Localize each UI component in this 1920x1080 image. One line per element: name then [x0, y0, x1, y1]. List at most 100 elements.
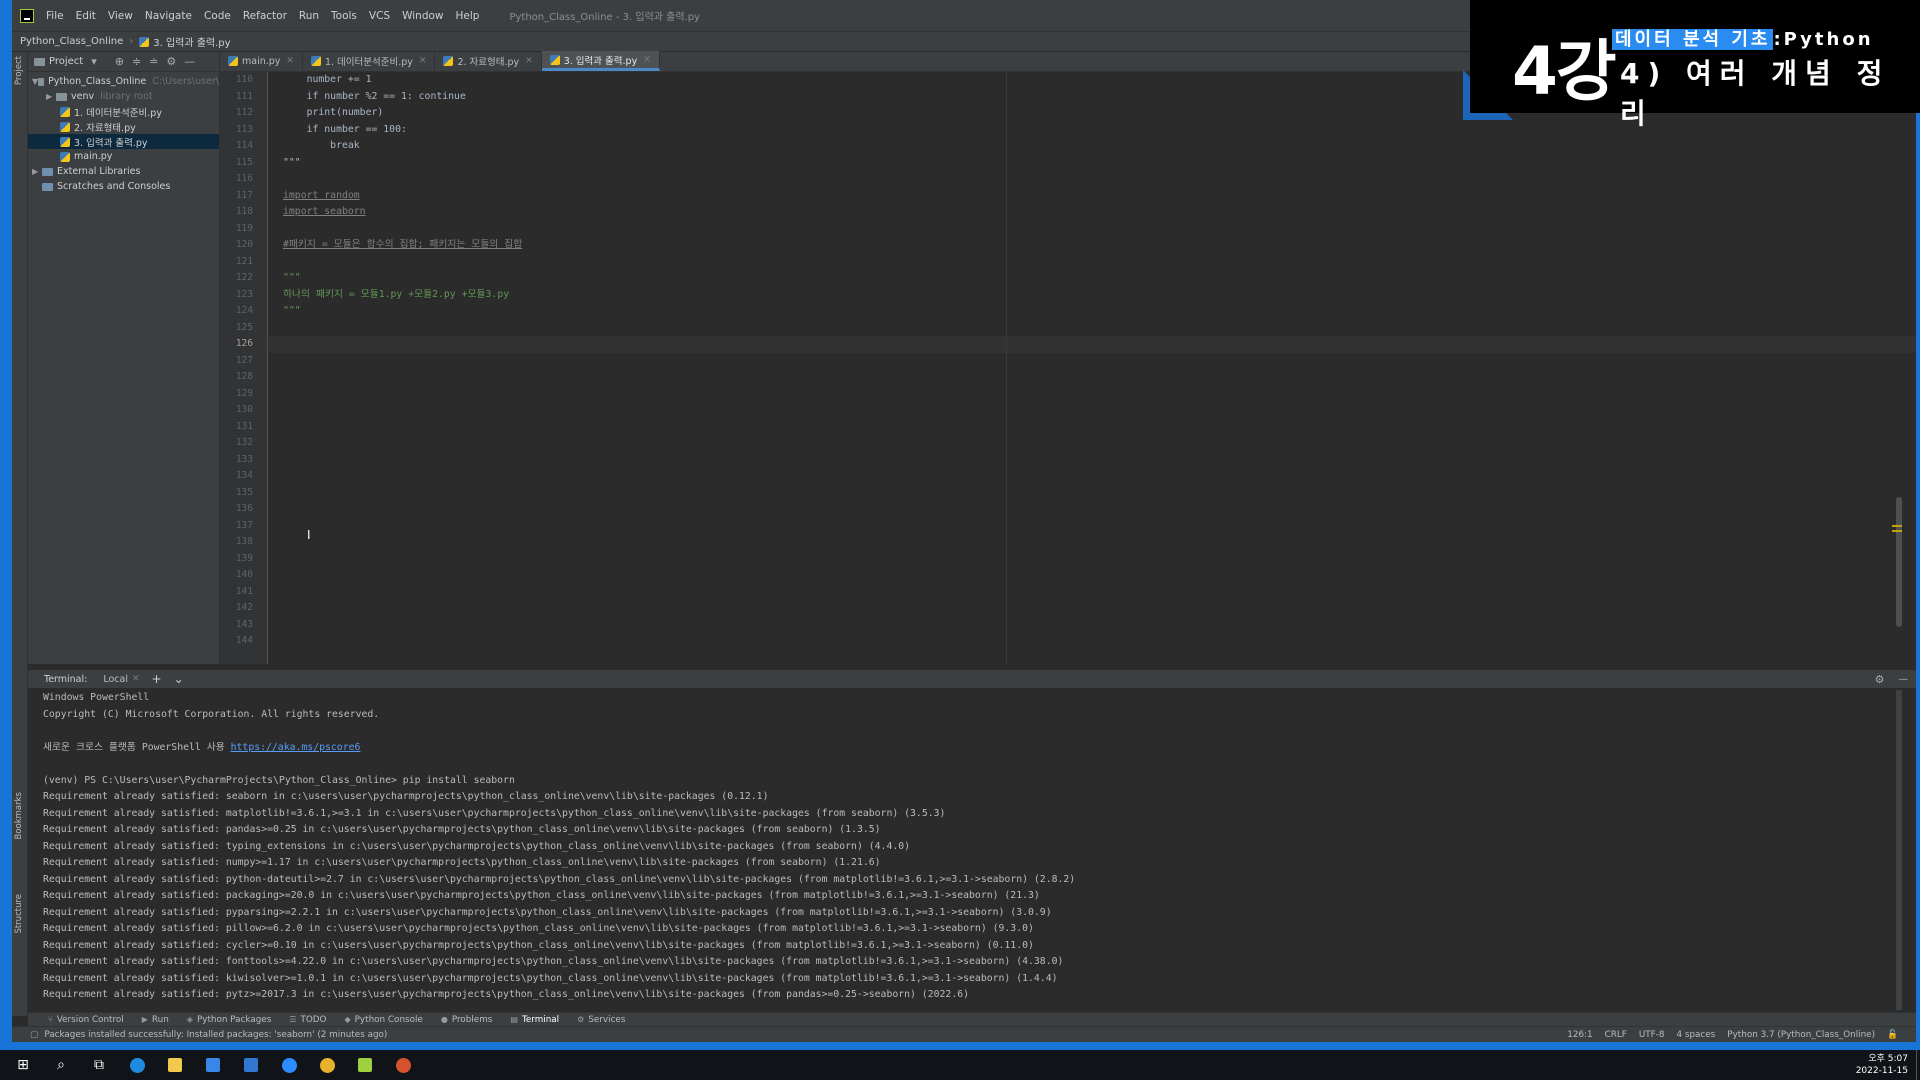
line-separator[interactable]: CRLF	[1605, 1030, 1627, 1040]
bookmarks-tool-button[interactable]: Bookmarks	[14, 792, 24, 840]
locate-file-icon[interactable]: ⊕	[115, 55, 124, 68]
hide-panel-icon[interactable]: —	[1899, 674, 1909, 685]
tool-run[interactable]: ▶ Run	[142, 1015, 169, 1025]
caret-position[interactable]: 126:1	[1567, 1030, 1592, 1040]
tree-item-external-libraries[interactable]: ▶ External Libraries	[28, 164, 219, 179]
chevron-down-icon[interactable]: ▾	[91, 55, 97, 68]
breadcrumb-file[interactable]: 3. 입력과 출력.py	[153, 34, 230, 49]
tree-item-venv[interactable]: ▶ venv library root	[28, 89, 219, 104]
tree-item-file-2[interactable]: 2. 자료형태.py	[28, 119, 219, 134]
expand-all-icon[interactable]: ≑	[132, 55, 141, 68]
menu-refactor[interactable]: Refactor	[243, 10, 287, 22]
menu-code[interactable]: Code	[204, 10, 231, 22]
gear-icon[interactable]: ⚙	[166, 55, 176, 68]
close-icon[interactable]: ✕	[643, 55, 651, 65]
menu-vcs[interactable]: VCS	[369, 10, 390, 22]
terminal-output[interactable]: Windows PowerShell Copyright (C) Microso…	[28, 688, 1916, 1012]
event-log-icon[interactable]: ▢	[30, 1030, 38, 1040]
terminal-tab-local[interactable]: Local	[103, 674, 128, 685]
close-icon[interactable]: ✕	[286, 56, 294, 66]
line-number-current: 126	[235, 338, 253, 349]
chevron-right-icon[interactable]: ▶	[46, 92, 56, 101]
line-number: 139	[235, 552, 253, 564]
python-interpreter[interactable]: Python 3.7 (Python_Class_Online)	[1727, 1030, 1875, 1040]
clock-time: 오후 5:07	[1868, 1054, 1908, 1064]
menu-run[interactable]: Run	[299, 10, 319, 22]
terminal-line: Requirement already satisfied: typing_ex…	[43, 840, 911, 852]
chevron-right-icon[interactable]: ▶	[32, 167, 42, 176]
tab-file-1[interactable]: 1. 데이터분석준비.py ✕	[303, 51, 436, 71]
file-explorer-icon[interactable]	[160, 1050, 190, 1080]
editor-scrollbar[interactable]	[1896, 497, 1902, 627]
chrome-icon[interactable]	[312, 1050, 342, 1080]
terminal-line: Requirement already satisfied: python-da…	[43, 873, 1076, 885]
line-number: 140	[235, 569, 253, 580]
project-view-selector[interactable]: Project	[49, 56, 83, 67]
collapse-all-icon[interactable]: ≐	[149, 55, 158, 68]
menu-window[interactable]: Window	[402, 10, 443, 22]
code-editor[interactable]: number += 1 if number %2 == 1: continue …	[269, 72, 1916, 664]
terminal-scrollbar[interactable]	[1896, 690, 1902, 1010]
python-icon: ◆	[344, 1015, 351, 1024]
current-line	[269, 336, 1916, 353]
tree-item-file-1[interactable]: 1. 데이터분석준비.py	[28, 104, 219, 119]
show-desktop-button[interactable]	[1916, 1050, 1920, 1080]
line-number: 113	[235, 123, 253, 135]
menu-file[interactable]: File	[46, 10, 64, 22]
breadcrumb-project[interactable]: Python_Class_Online	[20, 36, 123, 47]
pscore-link[interactable]: https://aka.ms/pscore6	[231, 742, 361, 753]
warning-marker-icon[interactable]	[1892, 530, 1902, 532]
project-tool-button[interactable]: Project	[14, 56, 24, 85]
tree-item-label: Scratches and Consoles	[57, 181, 171, 192]
warning-marker-icon[interactable]	[1892, 525, 1902, 527]
taskbar-clock[interactable]: 오후 5:07 2022-11-15	[1856, 1053, 1908, 1077]
search-icon[interactable]: ⌕	[46, 1050, 76, 1080]
pycharm-icon[interactable]	[350, 1050, 380, 1080]
line-number: 130	[235, 404, 253, 415]
terminal-line: Requirement already satisfied: packaging…	[43, 890, 1040, 901]
chevron-down-icon[interactable]: ⌄	[174, 672, 184, 686]
close-icon[interactable]: ✕	[525, 56, 533, 66]
edge-icon[interactable]	[122, 1050, 152, 1080]
tool-terminal[interactable]: ▤ Terminal	[510, 1015, 559, 1025]
gear-icon[interactable]: ⚙	[1875, 673, 1885, 686]
menu-navigate[interactable]: Navigate	[145, 10, 192, 22]
tab-file-2[interactable]: 2. 자료형태.py ✕	[435, 51, 542, 71]
structure-tool-button[interactable]: Structure	[14, 894, 24, 934]
indent-setting[interactable]: 4 spaces	[1676, 1030, 1715, 1040]
close-icon[interactable]: ✕	[132, 674, 140, 684]
scratches-icon	[42, 182, 53, 191]
menu-tools[interactable]: Tools	[331, 10, 357, 22]
tool-version-control[interactable]: ⑂ Version Control	[48, 1015, 124, 1025]
tool-services[interactable]: ⚙ Services	[577, 1015, 625, 1025]
menu-edit[interactable]: Edit	[76, 10, 96, 22]
hide-panel-icon[interactable]: —	[184, 55, 195, 68]
zoom-icon[interactable]	[274, 1050, 304, 1080]
tool-todo[interactable]: ☰ TODO	[289, 1015, 326, 1025]
lock-icon[interactable]: 🔓	[1887, 1030, 1898, 1040]
windows-start-icon[interactable]: ⊞	[8, 1050, 38, 1080]
line-number: 118	[235, 206, 253, 217]
status-message[interactable]: Packages installed successfully: Install…	[44, 1030, 387, 1040]
powerpoint-icon[interactable]	[388, 1050, 418, 1080]
tree-item-project-root[interactable]: ▼ Python_Class_Online C:\Users\user\	[28, 74, 219, 89]
python-file-icon	[139, 36, 150, 47]
tree-item-file-3[interactable]: 3. 입력과 출력.py	[28, 134, 219, 149]
line-number: 135	[235, 486, 253, 498]
menu-view[interactable]: View	[108, 10, 133, 22]
tab-main-py[interactable]: main.py ✕	[220, 51, 303, 71]
tool-python-console[interactable]: ◆ Python Console	[344, 1015, 422, 1025]
close-icon[interactable]: ✕	[419, 56, 427, 66]
tool-python-packages[interactable]: ◈ Python Packages	[187, 1015, 272, 1025]
store-icon[interactable]	[198, 1050, 228, 1080]
task-view-icon[interactable]: ⧉	[84, 1050, 114, 1080]
mail-icon[interactable]	[236, 1050, 266, 1080]
tree-item-scratches[interactable]: Scratches and Consoles	[28, 179, 219, 194]
file-encoding[interactable]: UTF-8	[1639, 1030, 1665, 1040]
menu-help[interactable]: Help	[456, 10, 480, 22]
new-terminal-icon[interactable]: +	[152, 672, 162, 686]
tab-file-3-active[interactable]: 3. 입력과 출력.py ✕	[541, 51, 660, 71]
code-line: break	[283, 140, 360, 151]
tree-item-main[interactable]: main.py	[28, 149, 219, 164]
tool-problems[interactable]: ● Problems	[441, 1015, 493, 1025]
